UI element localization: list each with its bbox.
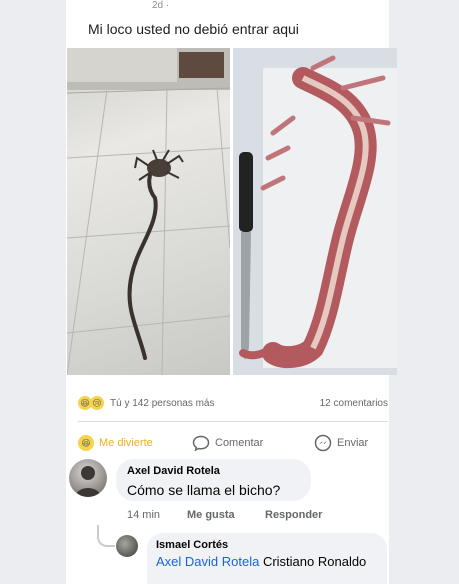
comment-time: 14 min: [127, 509, 161, 521]
reply-author[interactable]: Ismael Cortés: [156, 539, 228, 551]
reply-mention[interactable]: Axel David Rotela: [156, 554, 259, 569]
comment-button-label: Comentar: [215, 437, 264, 449]
post-text: Mi loco usted no debió entrar aqui: [88, 21, 299, 37]
haha-reaction-icon: 😆: [78, 435, 94, 451]
comments-count[interactable]: 12 comentarios: [320, 398, 388, 409]
comment-button[interactable]: Comentar: [192, 434, 263, 452]
post-photo-cutting-board[interactable]: [233, 48, 397, 375]
post-actions-row: 😆 Me divierte Comentar Enviar: [78, 434, 388, 454]
reactions-summary-row[interactable]: 😆 😢 Tú y 142 personas más 12 comentarios: [78, 396, 388, 412]
comment-author[interactable]: Axel David Rotela: [127, 465, 220, 477]
send-button-label: Enviar: [337, 437, 369, 449]
reply-text: Cristiano Ronaldo: [262, 554, 367, 569]
reaction-button[interactable]: 😆 Me divierte: [78, 434, 153, 452]
reactions-summary-text[interactable]: Tú y 142 personas más: [110, 398, 215, 409]
post-photo-floor[interactable]: [67, 48, 230, 375]
reaction-button-label: Me divierte: [99, 437, 153, 449]
messenger-icon: [314, 434, 332, 452]
comment-reply-button[interactable]: Responder: [265, 509, 322, 521]
floor-photo-drawing: [67, 48, 230, 375]
meat-photo-drawing: [233, 48, 397, 375]
avatar[interactable]: [116, 535, 138, 557]
divider: [78, 421, 388, 422]
post-timestamp: 2d ·: [152, 0, 170, 11]
avatar-figure: [75, 466, 101, 497]
comment-icon: [192, 435, 210, 451]
reply-thread-line: [97, 525, 115, 547]
reply-body: Axel David Rotela Cristiano Ronaldo: [156, 554, 371, 569]
comment-like-button[interactable]: Me gusta: [187, 509, 235, 521]
comment-text: Cómo se llama el bicho?: [127, 482, 281, 498]
send-button[interactable]: Enviar: [314, 434, 368, 452]
sad-reaction-icon: 😢: [90, 396, 104, 410]
avatar[interactable]: [69, 459, 107, 497]
